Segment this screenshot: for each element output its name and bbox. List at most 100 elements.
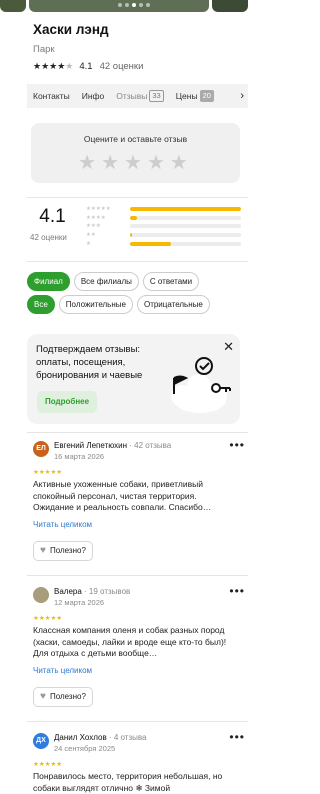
author-review-count: · 19 отзывов bbox=[84, 587, 131, 596]
distribution-stars: ★★★ bbox=[86, 223, 101, 230]
tab-badge: 20 bbox=[199, 90, 214, 102]
rating-count: 42 оценки bbox=[99, 61, 144, 72]
verified-icons-illustration bbox=[171, 357, 231, 413]
promo-more-button[interactable]: Подробнее bbox=[37, 391, 98, 413]
distribution-row-4: ★★★★ bbox=[86, 214, 241, 223]
gallery-dots bbox=[118, 3, 150, 7]
promo-text: Подтверждаем отзывы: оплаты, посещения, … bbox=[36, 344, 143, 381]
distribution-bar bbox=[130, 241, 241, 246]
distribution-stars: ★★★★ bbox=[86, 214, 106, 221]
distribution-bar-fill bbox=[130, 241, 172, 246]
tab-label: Инфо bbox=[81, 91, 105, 101]
tab-label: Контакты bbox=[33, 91, 70, 101]
divider bbox=[27, 261, 248, 262]
review-author[interactable]: Данил Хохлов · 4 отзыва bbox=[54, 733, 146, 742]
rating-distribution: ★★★★★ ★★★★ ★★★ ★★ ★ bbox=[86, 205, 241, 248]
distribution-stars: ★★ bbox=[86, 232, 96, 239]
filter-chips: Филиал Все филиалы С ответами bbox=[27, 272, 200, 291]
more-options-icon[interactable]: ••• bbox=[229, 584, 245, 598]
tab-prices[interactable]: Цены 20 bbox=[170, 84, 220, 108]
more-options-icon[interactable]: ••• bbox=[229, 438, 245, 452]
gallery-dot bbox=[125, 3, 129, 7]
avatar[interactable] bbox=[33, 587, 49, 603]
photo-1[interactable] bbox=[0, 0, 26, 12]
review-author[interactable]: Валера · 19 отзывов bbox=[54, 587, 130, 596]
review-author[interactable]: Евгений Лепетюхин · 42 отзыва bbox=[54, 441, 171, 450]
distribution-stars: ★ bbox=[86, 240, 91, 247]
author-name: Данил Хохлов bbox=[54, 733, 107, 742]
star-icon[interactable]: ★ bbox=[78, 152, 101, 174]
review-meta: Евгений Лепетюхин · 42 отзыва 16 марта 2… bbox=[54, 441, 171, 461]
heart-icon: ♥ bbox=[40, 545, 46, 556]
tab-badge: 33 bbox=[149, 90, 164, 102]
distribution-bar bbox=[130, 207, 241, 212]
chip-with-answers[interactable]: С ответами bbox=[142, 272, 200, 291]
review-header: ДХ Данил Хохлов · 4 отзыва 24 сентября 2… bbox=[33, 730, 245, 753]
gallery-dot bbox=[139, 3, 143, 7]
gallery-dot bbox=[146, 3, 150, 7]
place-rating-row[interactable]: ★★★★★ 4.1 42 оценки bbox=[33, 61, 243, 72]
chevron-right-icon[interactable]: › bbox=[240, 90, 248, 102]
chip-all-branches[interactable]: Все филиалы bbox=[73, 272, 139, 291]
distribution-bar bbox=[130, 233, 241, 238]
review-stars: ★★★★★ bbox=[33, 615, 63, 622]
place-title: Хаски лэнд bbox=[33, 22, 109, 37]
divider bbox=[27, 575, 248, 576]
distribution-bar-fill bbox=[130, 233, 133, 238]
distribution-bar-fill bbox=[130, 207, 241, 212]
distribution-row-2: ★★ bbox=[86, 231, 241, 240]
author-review-count: · 42 отзыва bbox=[129, 441, 172, 450]
star-icon[interactable]: ★ bbox=[124, 152, 147, 174]
distribution-row-1: ★ bbox=[86, 239, 241, 248]
review-stars: ★★★★★ bbox=[33, 761, 63, 768]
read-more-link[interactable]: Читать целиком bbox=[33, 520, 243, 529]
author-review-count: · 4 отзыва bbox=[108, 733, 147, 742]
tab-label: Цены bbox=[175, 91, 198, 101]
place-category[interactable]: Парк bbox=[33, 44, 243, 55]
divider bbox=[27, 432, 248, 433]
helpful-button[interactable]: ♥ Полезно? bbox=[33, 540, 93, 561]
tab-reviews[interactable]: Отзывы 33 bbox=[110, 84, 169, 108]
tab-contacts[interactable]: Контакты bbox=[27, 84, 76, 108]
chip-all[interactable]: Все bbox=[27, 295, 55, 314]
distribution-bar-fill bbox=[130, 215, 137, 220]
review-date: 12 марта 2026 bbox=[54, 598, 105, 607]
review-item: ЕЛ Евгений Лепетюхин · 42 отзыва 16 март… bbox=[33, 438, 245, 561]
distribution-stars: ★★★★★ bbox=[86, 206, 111, 213]
helpful-label: Полезно? bbox=[49, 546, 86, 555]
verified-reviews-promo: Подтверждаем отзывы: оплаты, посещения, … bbox=[27, 334, 240, 424]
distribution-row-3: ★★★ bbox=[86, 222, 241, 231]
rate-title: Оцените и оставьте отзыв bbox=[83, 134, 188, 144]
distribution-bar bbox=[130, 224, 241, 229]
author-name: Евгений Лепетюхин bbox=[54, 441, 128, 450]
photo-3[interactable] bbox=[212, 0, 248, 12]
read-more-link[interactable]: Читать целиком bbox=[33, 666, 243, 675]
distribution-row-5: ★★★★★ bbox=[86, 205, 241, 214]
review-text: Активные ухоженные собаки, приветливый с… bbox=[33, 479, 212, 512]
review-stars: ★★★★★ bbox=[33, 469, 63, 476]
star-icon[interactable]: ★ bbox=[170, 152, 193, 174]
helpful-label: Полезно? bbox=[49, 692, 86, 701]
chip-negative[interactable]: Отрицательные bbox=[136, 295, 210, 314]
distribution-bar bbox=[130, 215, 241, 220]
review-header: ЕЛ Евгений Лепетюхин · 42 отзыва 16 март… bbox=[33, 438, 245, 461]
helpful-button[interactable]: ♥ Полезно? bbox=[33, 686, 93, 707]
star-icon[interactable]: ★ bbox=[147, 152, 170, 174]
review-item: ДХ Данил Хохлов · 4 отзыва 24 сентября 2… bbox=[33, 730, 245, 794]
rating-stars: ★★★★★ bbox=[33, 61, 74, 71]
chip-branch[interactable]: Филиал bbox=[27, 272, 70, 291]
chip-positive[interactable]: Положительные bbox=[58, 295, 133, 314]
avatar[interactable]: ДХ bbox=[33, 733, 49, 749]
place-header: Хаски лэнд Парк ★★★★★ 4.1 42 оценки bbox=[33, 22, 243, 72]
author-name: Валера bbox=[54, 587, 82, 596]
divider bbox=[27, 197, 248, 198]
review-date: 24 сентября 2025 bbox=[54, 744, 116, 753]
gallery-dot bbox=[118, 3, 122, 7]
more-options-icon[interactable]: ••• bbox=[229, 730, 245, 744]
summary-count: 42 оценки bbox=[30, 233, 67, 242]
tab-info[interactable]: Инфо bbox=[76, 84, 111, 108]
avatar[interactable]: ЕЛ bbox=[33, 441, 49, 457]
photo-gallery[interactable] bbox=[0, 0, 248, 12]
star-icon[interactable]: ★ bbox=[101, 152, 124, 174]
review-date: 16 марта 2026 bbox=[54, 452, 105, 461]
